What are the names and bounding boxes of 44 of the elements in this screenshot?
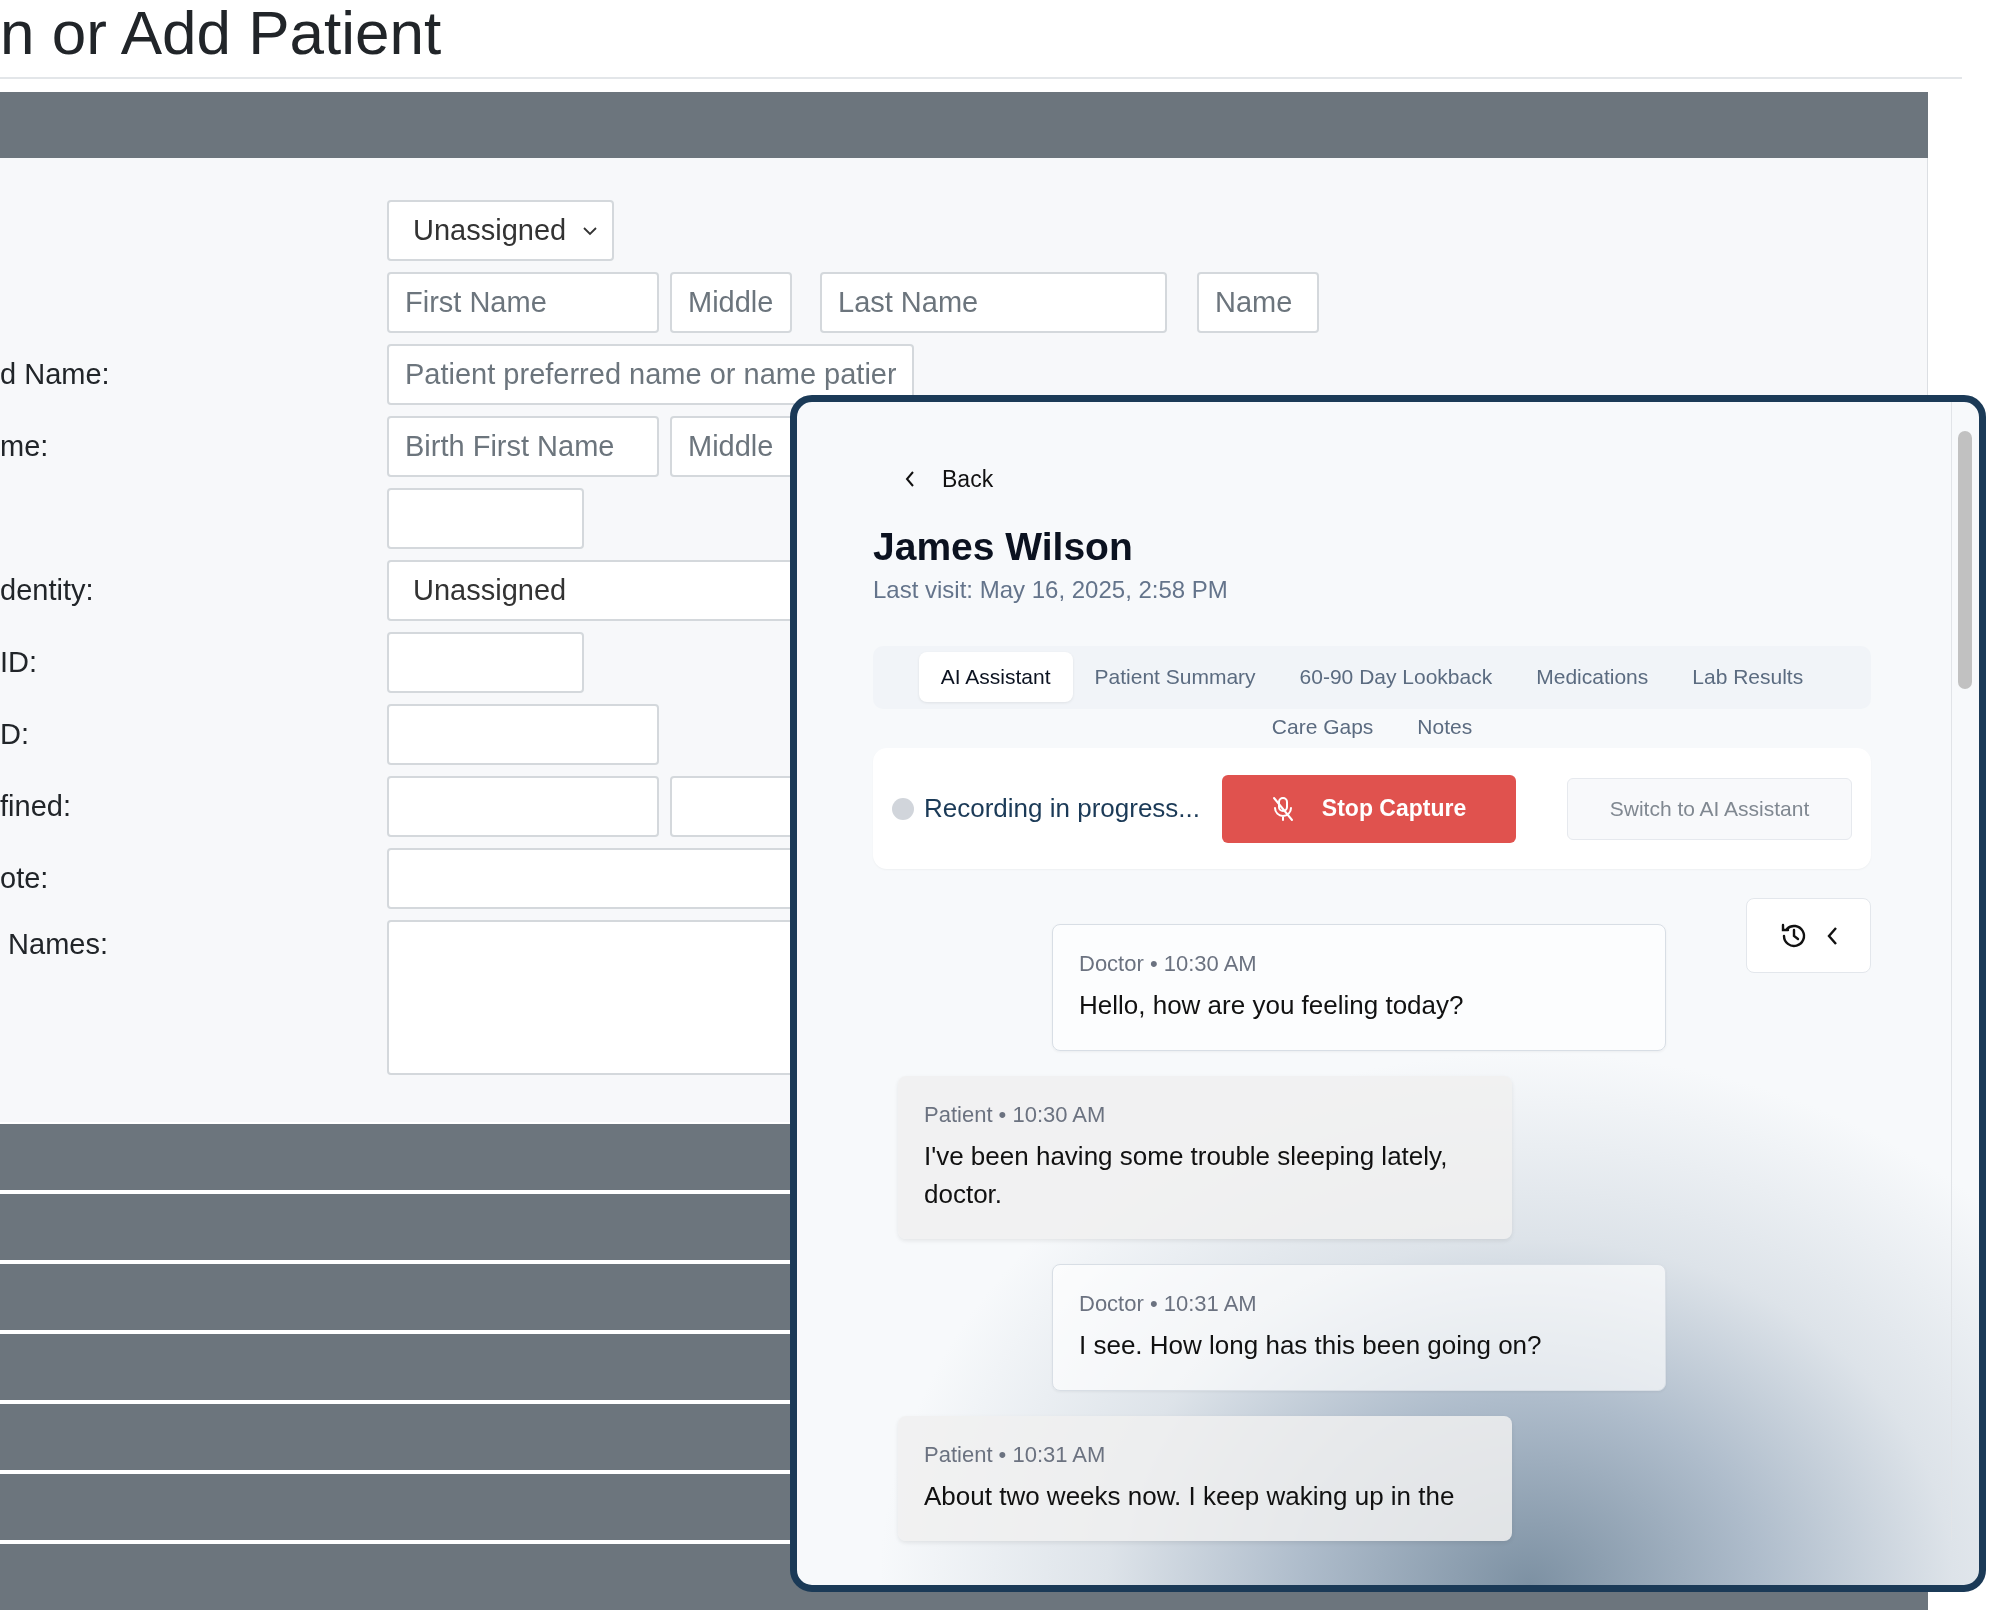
text-field[interactable]: Patient preferred name or name patier (387, 344, 914, 405)
text-field[interactable] (387, 632, 584, 693)
status-dot (892, 797, 914, 820)
field-label: ID: (0, 646, 38, 678)
text-field[interactable] (387, 704, 659, 765)
field-label: ote: (0, 862, 49, 894)
tab[interactable]: 60-90 Day Lookback (1277, 652, 1515, 702)
field-label: d Name: (0, 358, 110, 390)
text-field[interactable] (387, 488, 584, 549)
tab[interactable]: AI Assistant (918, 652, 1073, 702)
text-field[interactable] (387, 776, 659, 837)
microphone-off-icon (1271, 795, 1294, 822)
text-field[interactable]: Birth First Name (387, 416, 659, 477)
field-label: dentity: (0, 574, 94, 606)
chevron-left-icon (904, 470, 916, 488)
text-field[interactable]: Middle (670, 272, 792, 333)
message-meta: Doctor • 10:31 AM (1079, 1291, 1258, 1317)
field-label: D: (0, 718, 29, 750)
tab[interactable]: Medications (1514, 652, 1671, 702)
message-text: About two weeks now. I keep waking up in the (924, 1480, 1456, 1513)
field-label: Names: (7, 928, 108, 960)
message-text: Hello, how are you feeling today? (1079, 989, 1465, 1022)
back-button[interactable]: Back (904, 464, 994, 494)
stop-capture-button[interactable]: Stop Capture (1222, 774, 1517, 843)
recording-status: Recording in progress... (924, 793, 1201, 824)
message-text: I've been having some trouble sleeping lately, doctor. (924, 1140, 1449, 1211)
page-title: n or Add Patient (0, 0, 442, 66)
text-field[interactable]: First Name (387, 272, 659, 333)
text-field[interactable]: Name (1197, 272, 1319, 333)
tab[interactable]: Patient Summary (1072, 652, 1278, 702)
history-button[interactable] (1746, 898, 1871, 973)
text-field[interactable]: Last Name (820, 272, 1167, 333)
message-text: I see. How long has this been going on? (1079, 1329, 1543, 1362)
tab[interactable]: Notes (1395, 702, 1495, 752)
message-meta: Patient • 10:30 AM (924, 1102, 1107, 1128)
field-label: fined: (0, 790, 71, 822)
message-meta: Patient • 10:31 AM (924, 1442, 1107, 1468)
dropdown[interactable]: Unassigned (387, 200, 614, 261)
chevron-down-icon (582, 225, 598, 236)
scrollbar-thumb[interactable] (1958, 431, 1972, 689)
tab[interactable]: Care Gaps (1249, 702, 1396, 752)
tab[interactable]: Lab Results (1670, 652, 1826, 702)
field-label: me: (0, 430, 49, 462)
message-meta: Doctor • 10:30 AM (1079, 951, 1258, 977)
